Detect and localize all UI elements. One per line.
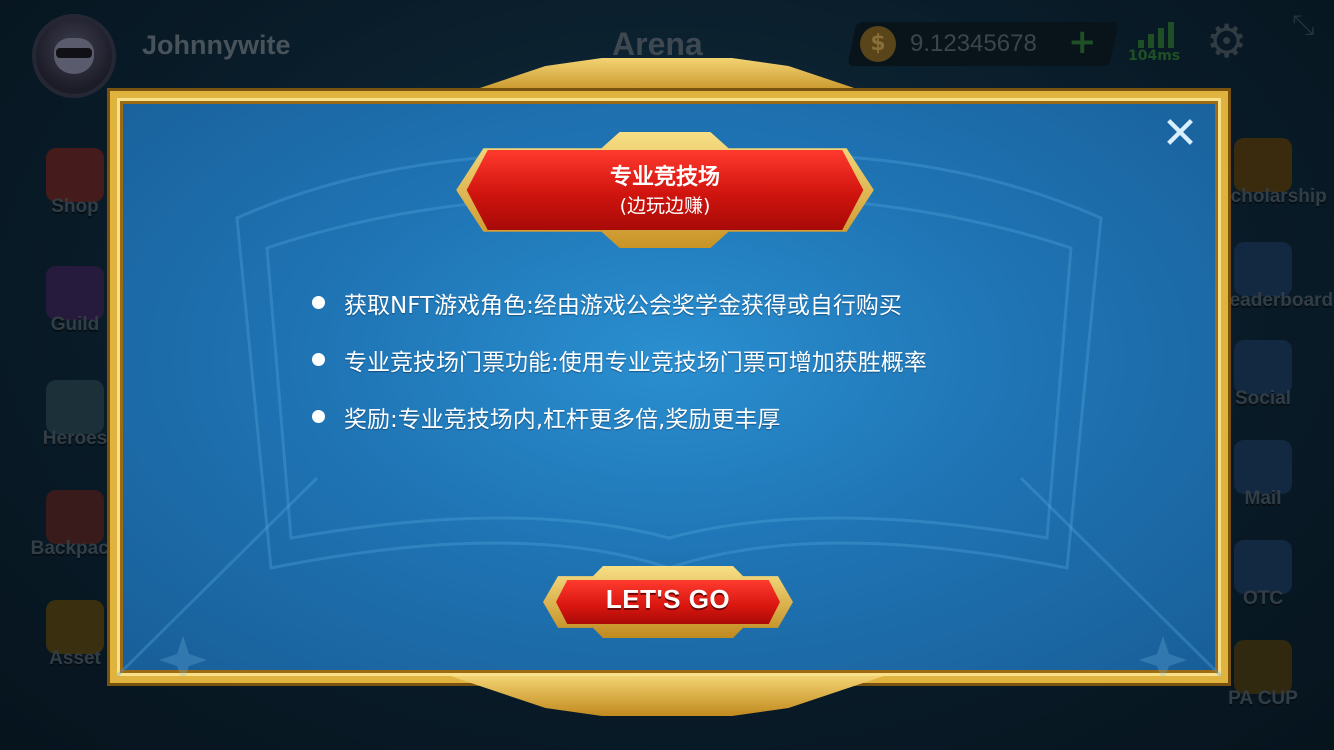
bullet-icon — [312, 296, 325, 309]
list-item: 获取NFT游戏角色:经由游戏公会奖学金获得或自行购买 — [312, 286, 927, 343]
bullet-icon — [312, 410, 325, 423]
rules-list: 获取NFT游戏角色:经由游戏公会奖学金获得或自行购买 专业竞技场门票功能:使用专… — [312, 286, 927, 457]
dialog-title: 专业竞技场 — [609, 165, 720, 190]
rule-text: 专业竞技场门票功能:使用专业竞技场门票可增加获胜概率 — [344, 350, 927, 376]
dialog-subtitle: (边玩边赚) — [619, 195, 711, 217]
close-icon[interactable]: ✕ — [1160, 112, 1200, 156]
rule-text: 奖励:专业竞技场内,杠杆更多倍,奖励更丰厚 — [344, 407, 781, 433]
list-item: 奖励:专业竞技场内,杠杆更多倍,奖励更丰厚 — [312, 400, 927, 457]
rule-text: 获取NFT游戏角色:经由游戏公会奖学金获得或自行购买 — [344, 293, 902, 319]
list-item: 专业竞技场门票功能:使用专业竞技场门票可增加获胜概率 — [312, 343, 927, 400]
lets-go-label[interactable]: LET'S GO — [556, 584, 780, 615]
bullet-icon — [312, 353, 325, 366]
